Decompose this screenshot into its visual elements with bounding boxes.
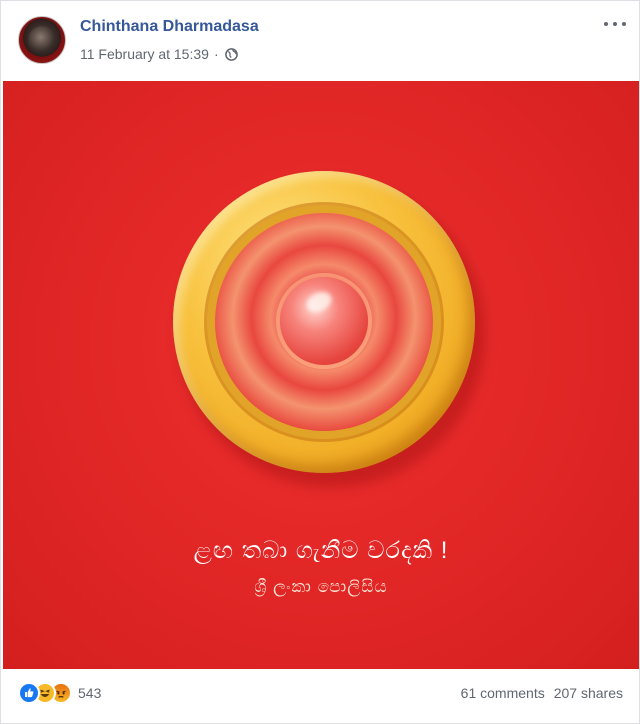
more-options-icon[interactable] [604,17,626,31]
post-image[interactable]: ළඟ තබා ගැනීම වරදකි ! ශ්‍රී ලංකා පොලිසිය [3,81,639,669]
meta-separator: · [213,46,219,62]
like-icon [18,682,40,704]
post-timestamp[interactable]: 11 February at 15:39 [80,46,209,62]
comments-count-link[interactable]: 61 comments [461,685,545,701]
condom-tip [280,277,368,365]
facebook-post: Chinthana Dharmadasa 11 February at 15:3… [0,0,640,724]
image-caption-main: ළඟ තබා ගැනීම වරදකි ! [193,537,449,564]
reaction-count: 543 [78,685,102,701]
engagement-counts: 61 comments 207 shares [461,683,623,703]
post-meta: 11 February at 15:39 · [80,45,238,63]
post-footer: 543 61 comments 207 shares [1,669,639,723]
avatar-image [28,26,56,54]
globe-icon[interactable] [224,47,238,61]
post-header: Chinthana Dharmadasa 11 February at 15:3… [1,1,639,81]
reactions-summary[interactable]: 543 [18,682,102,704]
shares-count-link[interactable]: 207 shares [554,685,623,701]
author-name-link[interactable]: Chinthana Dharmadasa [80,18,259,36]
author-avatar[interactable] [18,16,66,64]
image-caption-sub: ශ්‍රී ලංකා පොලිසිය [254,577,388,596]
